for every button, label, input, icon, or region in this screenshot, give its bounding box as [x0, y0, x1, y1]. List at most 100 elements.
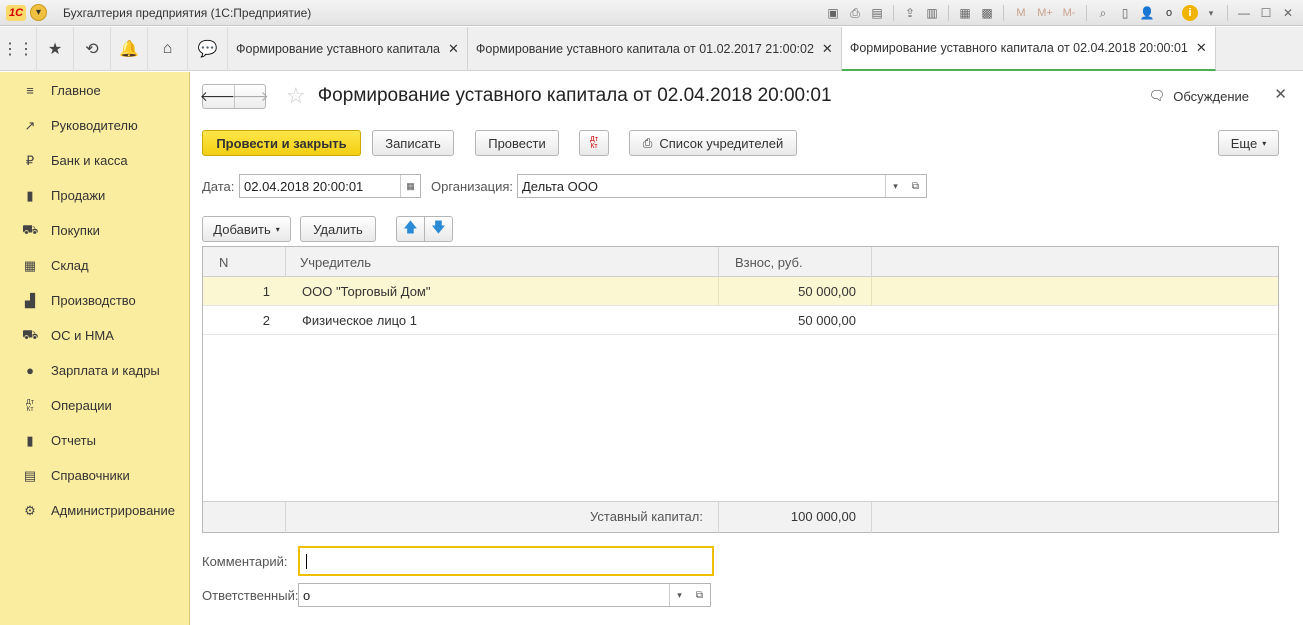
more-button[interactable]: Еще ▾: [1218, 130, 1279, 156]
sidebar-item-fixed-assets[interactable]: ⛟ ОС и НМА: [0, 318, 189, 353]
calculator-icon[interactable]: ▦: [956, 4, 974, 22]
sidebar-item-operations[interactable]: Дт Кт Операции: [0, 388, 189, 423]
row-number: 1: [262, 284, 270, 299]
chevron-down-icon: ▾: [1262, 138, 1267, 148]
close-tab-icon[interactable]: ✕: [448, 41, 459, 57]
move-down-button[interactable]: 🡇: [424, 216, 453, 242]
memory-plus-button[interactable]: M+: [1035, 4, 1055, 22]
sidebar-item-sales[interactable]: ▮ Продажи: [0, 178, 189, 213]
home-icon[interactable]: ⌂: [148, 27, 188, 71]
dt-kt-button[interactable]: Дт Кт: [579, 130, 609, 156]
responsible-field[interactable]: о ▾: [298, 583, 690, 607]
factory-icon: ▟: [25, 292, 35, 308]
dropdown-arrow-icon[interactable]: ▾: [669, 584, 689, 606]
date-field[interactable]: 02.04.2018 20:00:01 ▦: [239, 174, 421, 198]
save-icon[interactable]: ▣: [824, 4, 842, 22]
panel-icon[interactable]: ▯: [1116, 4, 1134, 22]
sidebar-item-director[interactable]: ↗ Руководителю: [0, 108, 189, 143]
notifications-bell-icon[interactable]: 🔔: [111, 27, 148, 71]
tab-document-3[interactable]: Формирование уставного капитала от 02.04…: [841, 27, 1216, 71]
printer-icon: ⎙: [642, 135, 653, 150]
info-menu-icon[interactable]: ▾: [1202, 4, 1220, 22]
tab-document-1[interactable]: Формирование уставного капитала ✕: [228, 27, 468, 71]
amount-cell[interactable]: 50 000,00: [719, 306, 856, 335]
post-and-close-button[interactable]: Провести и закрыть: [202, 130, 361, 156]
delete-row-button[interactable]: Удалить: [300, 216, 376, 242]
calendar-icon[interactable]: ▦: [400, 175, 420, 197]
founder-cell[interactable]: Физическое лицо 1: [302, 306, 417, 335]
discussion-link[interactable]: 🗨 Обсуждение: [1149, 88, 1249, 104]
sidebar-item-bank[interactable]: ₽ Банк и касса: [0, 143, 189, 178]
dropdown-arrow-icon[interactable]: ▾: [885, 175, 905, 197]
sidebar-item-warehouse[interactable]: ▦ Склад: [0, 248, 189, 283]
minimize-icon[interactable]: —: [1235, 4, 1253, 22]
trend-icon: ↗: [24, 117, 36, 133]
page-title: Формирование уставного капитала от 02.04…: [317, 85, 832, 106]
favorite-star-icon[interactable]: ☆: [286, 83, 306, 109]
founders-table: N Учредитель Взнос, руб. 1 ООО "Торговый…: [202, 246, 1279, 533]
move-up-button[interactable]: 🡅: [396, 216, 425, 242]
chat-icon: 🗨: [1148, 88, 1166, 103]
warehouse-icon: ▦: [23, 257, 37, 273]
maximize-icon[interactable]: ☐: [1257, 4, 1275, 22]
open-responsible-icon[interactable]: ⧉: [689, 583, 711, 607]
sidebar-item-production[interactable]: ▟ Производство: [0, 283, 189, 318]
sidebar-item-admin[interactable]: ⚙ Администрирование: [0, 493, 189, 528]
date-label: Дата:: [202, 179, 235, 194]
forward-arrow-icon[interactable]: 🡒: [231, 84, 269, 108]
calendar-icon[interactable]: ▩: [978, 4, 996, 22]
apps-grid-icon[interactable]: ⋮⋮: [0, 27, 37, 71]
upload-icon[interactable]: ⇪: [901, 4, 919, 22]
person-icon: ●: [26, 363, 34, 378]
info-icon[interactable]: i: [1182, 5, 1198, 21]
scan-icon[interactable]: ▥: [923, 4, 941, 22]
founders-list-button[interactable]: ⎙ Список учредителей: [629, 130, 797, 156]
sidebar-item-catalogs[interactable]: ▤ Справочники: [0, 458, 189, 493]
bar-chart-icon: ▮: [26, 432, 34, 448]
organization-field[interactable]: Дельта ООО ▾: [517, 174, 906, 198]
table-row[interactable]: 1 ООО "Торговый Дом" 50 000,00: [203, 277, 1278, 306]
memory-button[interactable]: M: [1011, 4, 1031, 22]
close-form-icon[interactable]: ✕: [1274, 85, 1287, 103]
dt-kt-icon: Дт Кт: [590, 136, 598, 150]
zoom-icon[interactable]: ⌕: [1094, 4, 1112, 22]
preview-icon[interactable]: ▤: [868, 4, 886, 22]
app-logo: 1С: [6, 4, 26, 21]
discussions-icon[interactable]: 💬: [188, 27, 228, 71]
dt-kt-icon: Дт Кт: [26, 398, 34, 413]
amount-cell[interactable]: 50 000,00: [719, 277, 856, 306]
user-icon[interactable]: 👤: [1138, 4, 1156, 22]
bag-icon: ▮: [26, 187, 34, 203]
close-window-icon[interactable]: ✕: [1279, 4, 1297, 22]
tab-label: Формирование уставного капитала от 01.02…: [475, 42, 814, 56]
print-icon[interactable]: ⎙: [846, 4, 864, 22]
tab-document-2[interactable]: Формирование уставного капитала от 01.02…: [468, 27, 842, 71]
post-button[interactable]: Провести: [475, 130, 559, 156]
memory-minus-button[interactable]: M-: [1059, 4, 1079, 22]
table-header: N Учредитель Взнос, руб.: [203, 247, 1278, 277]
open-organization-icon[interactable]: ⧉: [905, 174, 927, 198]
column-header-n[interactable]: N: [219, 247, 228, 277]
window-titlebar: 1С ▾ Бухгалтерия предприятия (1С:Предпри…: [0, 0, 1303, 26]
arrow-up-icon: 🡅: [403, 219, 418, 235]
truck-icon: ⛟: [22, 326, 39, 342]
history-icon[interactable]: ⟲: [74, 27, 111, 71]
organization-label: Организация:: [431, 179, 514, 194]
save-button[interactable]: Записать: [372, 130, 454, 156]
back-arrow-icon[interactable]: 🡐: [200, 85, 238, 108]
sidebar-item-main[interactable]: ≡ Главное: [0, 73, 189, 108]
add-row-button[interactable]: Добавить ▾: [202, 216, 291, 242]
sidebar-item-salary[interactable]: ● Зарплата и кадры: [0, 353, 189, 388]
sidebar-item-reports[interactable]: ▮ Отчеты: [0, 423, 189, 458]
close-tab-icon[interactable]: ✕: [822, 41, 833, 57]
table-row[interactable]: 2 Физическое лицо 1 50 000,00: [203, 306, 1278, 335]
comment-input[interactable]: [298, 546, 714, 576]
column-header-amount[interactable]: Взнос, руб.: [735, 247, 803, 277]
favorites-star-icon[interactable]: ★: [37, 27, 74, 71]
close-tab-icon[interactable]: ✕: [1196, 40, 1207, 56]
main-menu-button[interactable]: ▾: [30, 4, 47, 21]
sidebar-item-purchases[interactable]: ⛟ Покупки: [0, 213, 189, 248]
column-header-founder[interactable]: Учредитель: [300, 247, 371, 277]
text-caret: [306, 554, 307, 569]
founder-cell[interactable]: ООО "Торговый Дом": [302, 277, 431, 306]
